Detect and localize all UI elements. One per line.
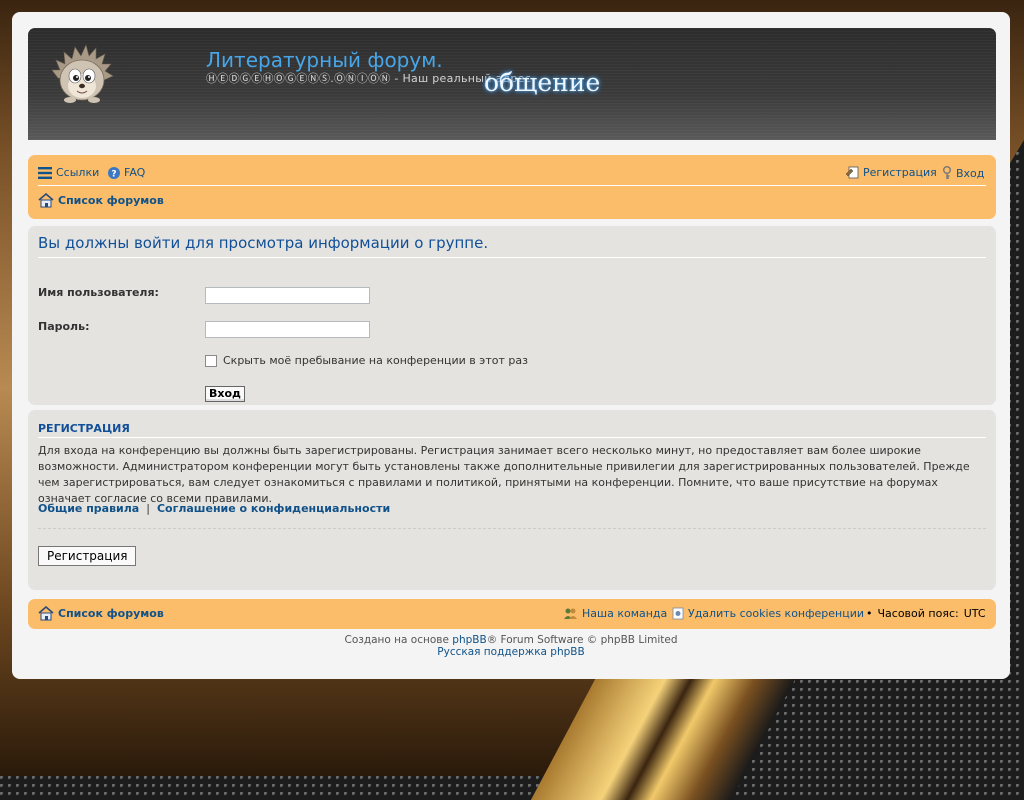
footer-bullet: • [866, 607, 873, 620]
registration-title: Регистрация [38, 422, 986, 438]
phpbb-link[interactable]: phpBB [452, 634, 486, 646]
team-link[interactable]: Наша команда [563, 607, 667, 620]
login-label: Вход [956, 166, 985, 180]
navbar-top-row: Ссылки ? FAQ Регистрация Вход [38, 163, 986, 186]
copyright: Создано на основе phpBB® Forum Software … [12, 634, 1010, 658]
timezone-info: • Часовой пояс: UTC [866, 607, 986, 620]
registration-panel: Регистрация Для входа на конференцию вы … [28, 410, 996, 590]
quick-links-menu[interactable]: Ссылки [38, 166, 99, 179]
navbar-breadcrumb-row: Список форумов [38, 193, 986, 213]
register-icon [845, 166, 859, 179]
svg-text:?: ? [111, 169, 116, 179]
forum-index-label: Список форумов [58, 194, 164, 207]
support-link[interactable]: Русская поддержка phpBB [437, 646, 584, 658]
home-icon [38, 606, 54, 621]
footer-forum-index-label: Список форумов [58, 607, 164, 620]
menu-icon [38, 166, 52, 179]
key-icon [942, 166, 952, 180]
login-link[interactable]: Вход [942, 166, 984, 180]
username-label: Имя пользователя: [38, 286, 159, 299]
register-button[interactable]: Регистрация [38, 546, 137, 566]
footer-forum-index[interactable]: Список форумов [38, 606, 164, 621]
password-input[interactable] [205, 321, 370, 338]
password-label: Пароль: [38, 320, 90, 333]
hide-status-row: Скрыть моё пребывание на конференции в э… [205, 354, 528, 367]
header: Литературный форум. ⒽⒺⒹⒼⒺⒽⓄⒼⒺⓃⓈ.ⓄⓃⒾⓄⓃ - … [28, 28, 996, 140]
register-link[interactable]: Регистрация [845, 166, 937, 179]
hide-status-checkbox[interactable] [205, 354, 217, 367]
faq-label: FAQ [124, 166, 146, 179]
breadcrumb-forum-index[interactable]: Список форумов [38, 193, 164, 208]
privacy-link[interactable]: Соглашение о конфиденциальности [157, 502, 390, 515]
register-label: Регистрация [863, 166, 937, 179]
site-description: ⒽⒺⒹⒼⒺⒽⓄⒼⒺⓃⓈ.ⓄⓃⒾⓄⓃ - Наш реальный адрес [206, 72, 532, 85]
delete-cookies-label: Удалить cookies конференции [688, 607, 865, 620]
links-separator: | [146, 502, 150, 515]
header-overlay-word: общение [484, 68, 601, 97]
timezone-label: Часовой пояс: [877, 607, 959, 620]
login-panel: Вы должны войти для просмотра информации… [28, 226, 996, 405]
powered-suffix: ® Forum Software © phpBB Limited [486, 634, 678, 646]
login-title: Вы должны войти для просмотра информации… [38, 234, 986, 258]
powered-prefix: Создано на основе [344, 634, 449, 646]
home-icon [38, 193, 54, 208]
quick-links-label: Ссылки [56, 166, 100, 179]
powered-by-line: Создано на основе phpBB® Forum Software … [12, 634, 1010, 646]
support-line: Русская поддержка phpBB [12, 646, 1010, 658]
faq-link[interactable]: ? FAQ [108, 166, 145, 179]
hide-status-label: Скрыть моё пребывание на конференции в э… [223, 354, 528, 367]
username-input[interactable] [205, 287, 370, 304]
team-icon [563, 607, 578, 620]
registration-divider [38, 528, 986, 529]
login-submit-button[interactable]: Вход [205, 386, 245, 402]
page-wrapper: Литературный форум. ⒽⒺⒹⒼⒺⒽⓄⒼⒺⓃⓈ.ⓄⓃⒾⓄⓃ - … [12, 12, 1010, 679]
navbar: Ссылки ? FAQ Регистрация Вход Список фор… [28, 155, 996, 219]
timezone-value: UTC [963, 607, 986, 620]
team-label: Наша команда [582, 607, 668, 620]
delete-cookies-link[interactable]: Удалить cookies конференции [672, 607, 864, 620]
hedgehog-logo-icon[interactable] [48, 40, 116, 104]
help-icon: ? [108, 166, 120, 179]
terms-link[interactable]: Общие правила [38, 502, 139, 515]
cookie-icon [672, 607, 684, 620]
footer-navbar: Список форумов Наша команда Удалить cook… [28, 599, 996, 629]
registration-text: Для входа на конференцию вы должны быть … [38, 444, 970, 505]
registration-links: Общие правила | Соглашение о конфиденциа… [38, 502, 390, 515]
site-title[interactable]: Литературный форум. [206, 48, 443, 72]
